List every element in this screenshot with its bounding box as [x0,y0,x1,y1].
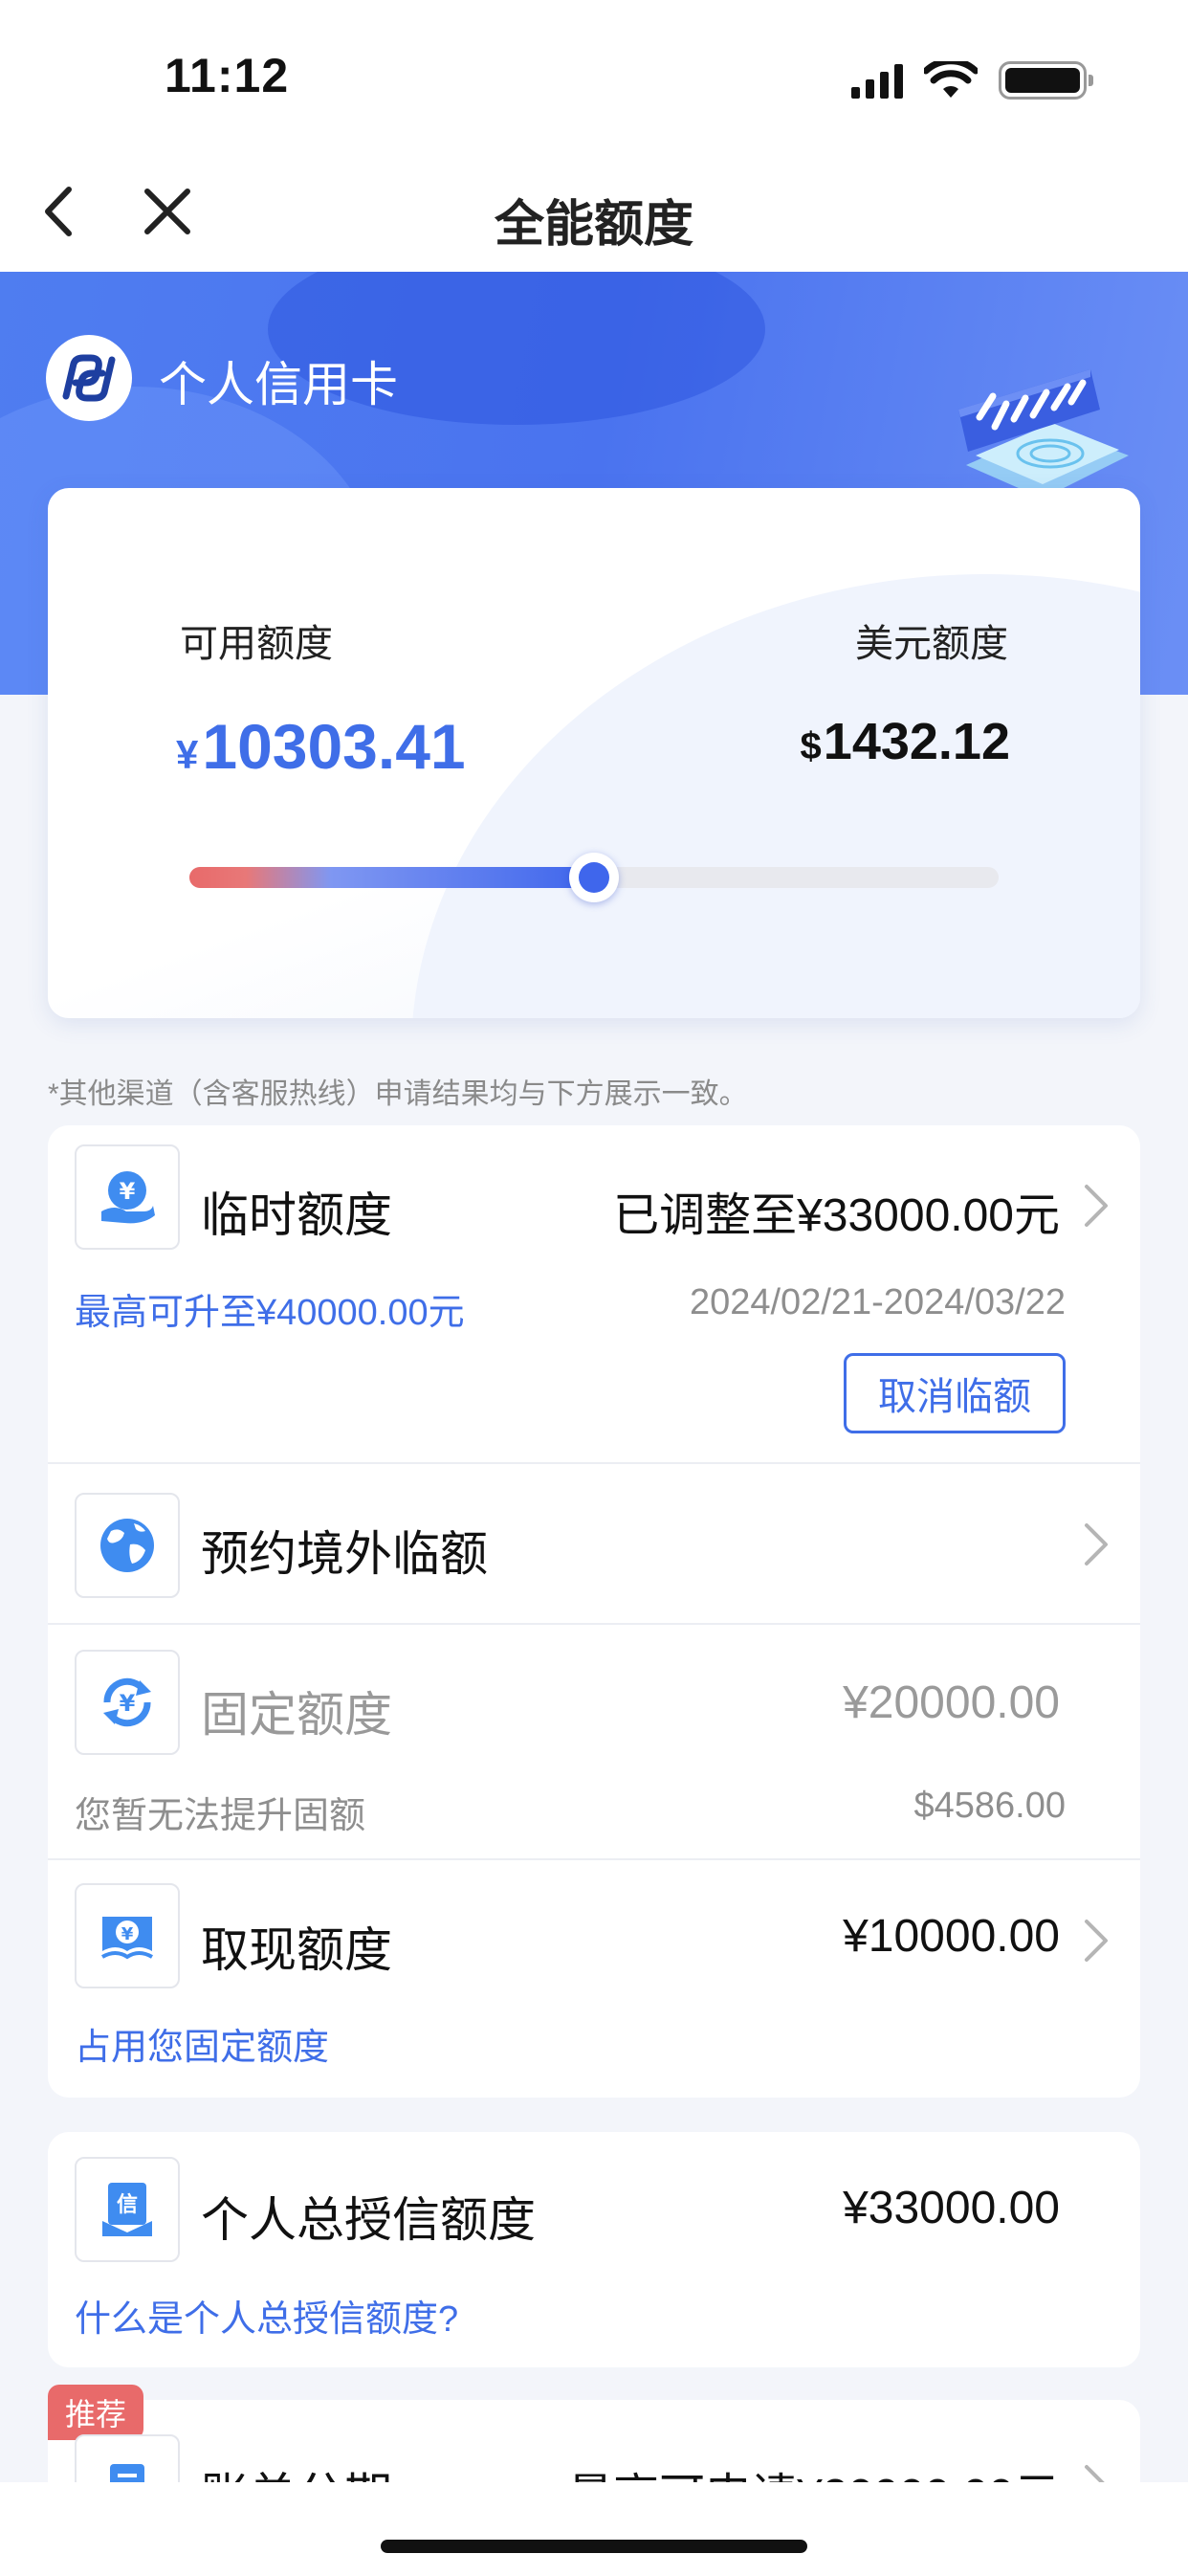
cancel-temp-limit-button[interactable]: 取消临额 [844,1353,1066,1433]
usd-limit-label: 美元额度 [855,623,1008,665]
home-indicator[interactable] [381,2540,807,2553]
fixed-limit-usd: $4586.00 [913,1786,1067,1826]
battery-icon [999,61,1093,100]
status-bar: 11:12 [0,0,1188,153]
total-credit-value: ¥33000.00 [843,2183,1060,2233]
globe-icon [75,1493,180,1598]
card-name: 个人信用卡 [159,358,398,411]
fixed-limit-title: 固定额度 [201,1688,392,1742]
total-credit-card[interactable]: 信 个人总授信额度 ¥33000.00 什么是个人总授信额度? [48,2132,1140,2367]
fixed-limit-icon: ¥ [75,1650,180,1755]
temp-limit-dates: 2024/02/21-2024/03/22 [689,1282,1066,1322]
total-credit-title: 个人总授信额度 [201,2193,536,2247]
total-credit-help-link[interactable]: 什么是个人总授信额度? [75,2289,458,2342]
usd-amount: 1432.12 [823,713,1010,770]
overseas-limit-title: 预约境外临额 [201,1527,488,1581]
limits-card: ¥ 临时额度 已调整至¥33000.00元 最高可升至¥40000.00元 20… [48,1125,1140,2098]
svg-text:¥: ¥ [121,1924,134,1944]
chevron-right-icon [1085,1185,1108,1227]
usd-currency: $ [800,725,822,767]
limit-usage-knob [569,853,619,902]
overseas-limit-row[interactable]: 预约境外临额 [48,1464,1140,1625]
recommend-tag: 推荐 [48,2385,144,2440]
usd-limit-value: $1432.12 [801,712,1010,771]
limit-summary-card: 可用额度 ¥10303.41 美元额度 $1432.12 [48,488,1140,1018]
chevron-right-icon [1085,1920,1108,1962]
cellular-signal-icon [851,62,903,99]
limit-usage-fill [189,867,594,888]
fixed-limit-note: 您暂无法提升固额 [75,1796,366,1836]
bank-logo-icon [46,335,132,421]
available-currency: ¥ [176,732,199,777]
cash-limit-row[interactable]: ¥ 取现额度 ¥10000.00 占用您固定额度 [48,1860,1140,2098]
nav-bar: 全能额度 [0,153,1188,272]
page-title: 全能额度 [494,197,693,253]
temp-limit-title: 临时额度 [201,1188,392,1242]
fixed-limit-row: ¥ 固定额度 ¥20000.00 您暂无法提升固额 $4586.00 [48,1625,1140,1858]
wifi-icon [924,61,978,98]
cash-limit-value: ¥10000.00 [843,1911,1060,1962]
home-indicator-area [0,2482,1188,2576]
available-limit-value: ¥10303.41 [176,710,466,783]
channel-note: *其他渠道（含客服热线）申请结果均与下方展示一致。 [48,1078,748,1110]
cash-limit-note: 占用您固定额度 [75,2028,330,2068]
credit-doc-icon: 信 [75,2157,180,2262]
status-icons [851,61,1093,100]
svg-text:信: 信 [117,2192,138,2217]
svg-text:¥: ¥ [120,1178,136,1205]
limit-usage-track [189,853,999,902]
anti-fraud-badge-icon [958,369,1129,499]
temp-limit-value: 已调整至¥33000.00元 [613,1190,1060,1241]
temp-limit-icon: ¥ [75,1144,180,1250]
temp-limit-max: 最高可升至¥40000.00元 [75,1293,465,1333]
available-amount: 10303.41 [202,711,466,782]
status-time: 11:12 [165,49,290,102]
svg-text:¥: ¥ [120,1690,136,1717]
chevron-right-icon [1085,1523,1108,1566]
fixed-limit-value: ¥20000.00 [843,1677,1060,1728]
available-limit-label: 可用额度 [180,623,333,665]
cash-limit-icon: ¥ [75,1883,180,1988]
cash-limit-title: 取现额度 [201,1923,392,1977]
temp-limit-row[interactable]: ¥ 临时额度 已调整至¥33000.00元 最高可升至¥40000.00元 20… [48,1125,1140,1489]
